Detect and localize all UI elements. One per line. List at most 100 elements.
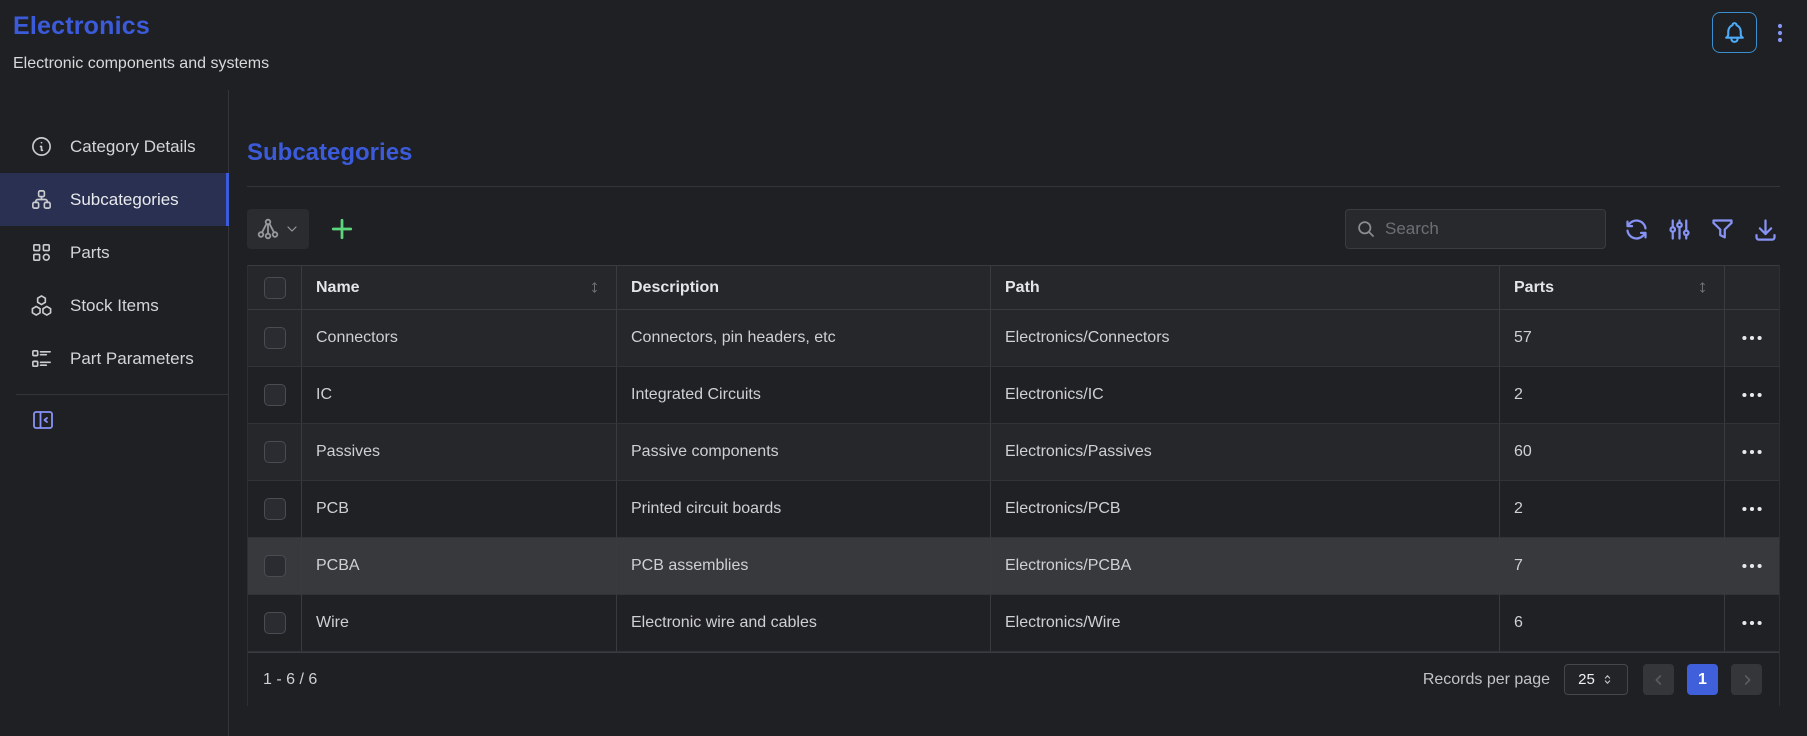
page-subtitle: Electronic components and systems <box>13 55 269 73</box>
cell-name: Wire <box>302 595 617 651</box>
row-actions-button[interactable] <box>1739 553 1765 579</box>
row-checkbox[interactable] <box>264 612 286 634</box>
packages-icon <box>30 294 53 317</box>
sidebar-item-stock-items[interactable]: Stock Items <box>0 279 229 332</box>
adjustments-icon <box>1666 216 1693 243</box>
download-button[interactable] <box>1750 214 1780 244</box>
table-footer: 1 - 6 / 6 Records per page 25 <box>248 652 1779 706</box>
cell-path: Electronics/Passives <box>991 424 1500 480</box>
next-page-button[interactable] <box>1731 664 1762 695</box>
table-row[interactable]: PCBPrinted circuit boardsElectronics/PCB… <box>248 481 1779 538</box>
previous-page-button[interactable] <box>1643 664 1674 695</box>
cell-parts: 7 <box>1500 538 1725 594</box>
cell-path: Electronics/PCBA <box>991 538 1500 594</box>
bell-icon <box>1722 20 1747 45</box>
row-checkbox[interactable] <box>264 327 286 349</box>
sidebar-item-label: Parts <box>70 243 110 263</box>
table-settings-button[interactable] <box>1664 214 1694 244</box>
row-actions-cell <box>1725 367 1779 423</box>
table-header-row: Name Description Path Parts <box>248 265 1779 310</box>
table-row[interactable]: PCBAPCB assembliesElectronics/PCBA7 <box>248 538 1779 595</box>
sidebar-item-label: Stock Items <box>70 296 159 316</box>
row-actions-button[interactable] <box>1739 439 1765 465</box>
table-row[interactable]: WireElectronic wire and cablesElectronic… <box>248 595 1779 652</box>
cell-path: Electronics/Connectors <box>991 310 1500 366</box>
row-checkbox[interactable] <box>264 384 286 406</box>
row-checkbox-cell <box>248 538 302 594</box>
record-range-label: 1 - 6 / 6 <box>263 671 317 689</box>
table-body: ConnectorsConnectors, pin headers, etcEl… <box>248 310 1779 652</box>
refresh-button[interactable] <box>1621 214 1651 244</box>
category-grid-icon <box>30 241 53 264</box>
sort-icon[interactable] <box>1695 280 1710 295</box>
row-checkbox-cell <box>248 424 302 480</box>
row-actions-cell <box>1725 538 1779 594</box>
toolbar-right <box>1345 209 1780 249</box>
notifications-button[interactable] <box>1712 12 1757 53</box>
row-checkbox[interactable] <box>264 441 286 463</box>
cell-name: Passives <box>302 424 617 480</box>
cell-parts: 57 <box>1500 310 1725 366</box>
sidebar: Category Details Subcategories Parts <box>0 90 229 736</box>
panel-title-divider <box>247 186 1780 187</box>
row-actions-button[interactable] <box>1739 325 1765 351</box>
add-subcategory-button[interactable] <box>322 209 362 249</box>
filter-icon <box>1709 216 1736 243</box>
page-header: Electronics Electronic components and sy… <box>0 0 1807 90</box>
sidebar-item-part-parameters[interactable]: Part Parameters <box>0 332 229 385</box>
page-1-button[interactable]: 1 <box>1687 664 1718 695</box>
sidebar-item-subcategories[interactable]: Subcategories <box>0 173 229 226</box>
cell-name: PCB <box>302 481 617 537</box>
cell-name: Connectors <box>302 310 617 366</box>
ellipsis-icon <box>1739 382 1765 408</box>
vertical-dots-menu-icon <box>1768 21 1792 45</box>
page-size-value: 25 <box>1578 671 1595 688</box>
overflow-menu-button[interactable] <box>1767 12 1793 53</box>
row-actions-button[interactable] <box>1739 382 1765 408</box>
cell-path: Electronics/PCB <box>991 481 1500 537</box>
tree-fork-icon <box>256 217 280 241</box>
page-title: Electronics <box>13 12 269 41</box>
sidebar-item-category-details[interactable]: Category Details <box>0 120 229 173</box>
chevron-down-icon <box>284 221 300 237</box>
tree-view-button[interactable] <box>247 209 309 249</box>
column-header-path[interactable]: Path <box>991 266 1500 309</box>
column-header-actions <box>1725 266 1779 309</box>
select-all-checkbox[interactable] <box>264 277 286 299</box>
search-input[interactable] <box>1385 219 1606 239</box>
row-actions-button[interactable] <box>1739 610 1765 636</box>
filter-button[interactable] <box>1707 214 1737 244</box>
cell-description: Integrated Circuits <box>617 367 991 423</box>
sidebar-item-parts[interactable]: Parts <box>0 226 229 279</box>
table-row[interactable]: ConnectorsConnectors, pin headers, etcEl… <box>248 310 1779 367</box>
page-size-select[interactable]: 25 <box>1564 664 1628 695</box>
cell-description: Connectors, pin headers, etc <box>617 310 991 366</box>
row-actions-button[interactable] <box>1739 496 1765 522</box>
ellipsis-icon <box>1739 496 1765 522</box>
row-checkbox-cell <box>248 595 302 651</box>
row-actions-cell <box>1725 481 1779 537</box>
row-checkbox-cell <box>248 481 302 537</box>
panel-title: Subcategories <box>247 139 1780 167</box>
row-actions-cell <box>1725 424 1779 480</box>
ellipsis-icon <box>1739 439 1765 465</box>
column-label: Path <box>1005 279 1040 297</box>
table-row[interactable]: ICIntegrated CircuitsElectronics/IC2 <box>248 367 1779 424</box>
sidebar-collapse-icon <box>31 408 55 432</box>
column-header-name[interactable]: Name <box>302 266 617 309</box>
collapse-sidebar-button[interactable] <box>31 408 55 432</box>
cell-parts: 2 <box>1500 367 1725 423</box>
row-checkbox[interactable] <box>264 498 286 520</box>
header-actions <box>1712 12 1793 53</box>
row-checkbox[interactable] <box>264 555 286 577</box>
table-row[interactable]: PassivesPassive componentsElectronics/Pa… <box>248 424 1779 481</box>
column-header-parts[interactable]: Parts <box>1500 266 1725 309</box>
row-actions-cell <box>1725 310 1779 366</box>
table-toolbar <box>247 209 1780 249</box>
column-header-description[interactable]: Description <box>617 266 991 309</box>
sort-icon[interactable] <box>587 280 602 295</box>
sidebar-item-label: Category Details <box>70 137 196 157</box>
row-actions-cell <box>1725 595 1779 651</box>
column-label: Name <box>316 279 360 297</box>
pagination: 1 <box>1643 664 1762 695</box>
